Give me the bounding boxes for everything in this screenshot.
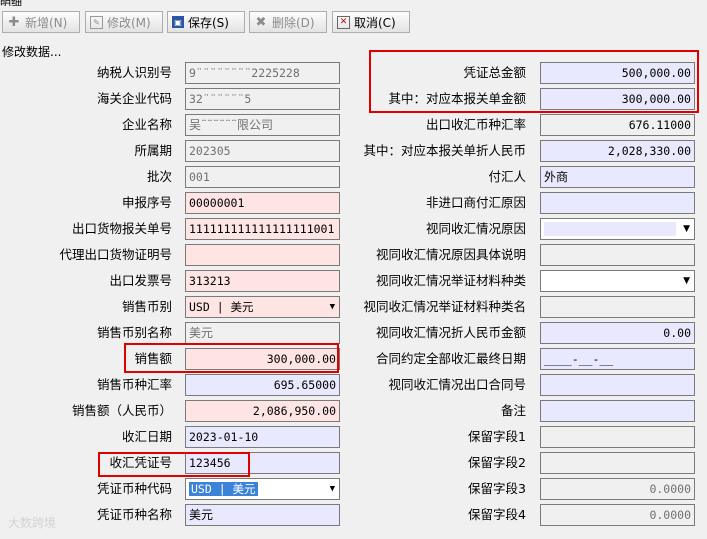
save-button[interactable]: ▣ 保存(S)	[167, 11, 245, 33]
label-voucher-currency-code: 凭证币种代码	[96, 481, 172, 496]
add-button[interactable]: ✚ 新增(N)	[2, 11, 80, 33]
export-declaration-no-field[interactable]: 111111111111111111001	[185, 218, 340, 240]
deemed-contract-no-field[interactable]	[540, 374, 695, 396]
contract-final-date-field[interactable]: ____-__-__	[540, 348, 695, 370]
label-receipt-rate: 出口收汇币种汇率	[425, 117, 526, 132]
receipt-rate-field[interactable]: 676.11000	[540, 114, 695, 136]
chevron-down-icon[interactable]: ▼	[330, 479, 335, 499]
reserved-1-field[interactable]	[540, 426, 695, 448]
label-reserved-4: 保留字段4	[468, 507, 526, 522]
label-deemed-reason-detail: 视同收汇情况原因具体说明	[375, 247, 526, 262]
label-sales-rate: 销售币种汇率	[96, 377, 172, 392]
edit-icon: ✎	[90, 15, 103, 29]
reserved-3-field[interactable]: 0.0000	[540, 478, 695, 500]
label-declaration-rmb: 其中：对应本报关单折人民币	[363, 143, 526, 158]
plus-icon: ✚	[8, 14, 20, 30]
receipt-voucher-no-field[interactable]: 123456	[185, 452, 340, 474]
deemed-rmb-field[interactable]: 0.00	[540, 322, 695, 344]
agent-cert-no-field[interactable]	[185, 244, 340, 266]
sales-amount-field[interactable]: 300,000.00	[185, 348, 340, 370]
evidence-type-select[interactable]: ▼	[540, 270, 695, 292]
remark-field[interactable]	[540, 400, 695, 422]
invoice-no-field[interactable]: 313213	[185, 270, 340, 292]
label-sales-currency: 销售币别	[121, 299, 172, 314]
label-batch: 批次	[146, 169, 172, 184]
reserved-2-field[interactable]	[540, 452, 695, 474]
window-title: 明细	[0, 0, 707, 6]
label-non-importer-reason: 非进口商付汇原因	[425, 195, 526, 210]
toolbar: ✚ 新增(N) ✎ 修改(M) ▣ 保存(S) ✖ 删除(D) ✕ 取消(C)	[0, 9, 707, 37]
chevron-down-icon[interactable]: ▼	[330, 297, 335, 317]
delete-button[interactable]: ✖ 删除(D)	[249, 11, 327, 33]
save-icon: ▣	[172, 16, 184, 28]
label-voucher-currency-name: 凭证币种名称	[96, 507, 172, 522]
label-reserved-1: 保留字段1	[468, 429, 526, 444]
cancel-button[interactable]: ✕ 取消(C)	[332, 11, 410, 33]
label-agent-cert-no: 代理出口货物证明号	[59, 247, 172, 262]
status-text: 修改数据...	[2, 45, 62, 59]
label-voucher-total: 凭证总金额	[463, 65, 526, 80]
label-deemed-contract-no: 视同收汇情况出口合同号	[388, 377, 526, 392]
label-contract-final-date: 合同约定全部收汇最终日期	[375, 351, 526, 366]
label-receipt-voucher-no: 收汇凭证号	[109, 455, 172, 470]
label-sales-amount-rmb: 销售额（人民币）	[71, 403, 172, 418]
voucher-currency-select[interactable]: USD | 美元 ▼	[185, 478, 340, 500]
chevron-down-icon[interactable]: ▼	[683, 271, 690, 291]
declaration-seq-field[interactable]: 00000001	[185, 192, 340, 214]
sales-rate-field[interactable]: 695.65000	[185, 374, 340, 396]
select-inner	[544, 222, 676, 236]
voucher-total-field[interactable]: 500,000.00	[540, 62, 695, 84]
voucher-currency-name-field[interactable]: 美元	[185, 504, 340, 526]
label-evidence-type-name: 视同收汇情况举证材料种类名	[363, 299, 526, 314]
non-importer-reason-field[interactable]	[540, 192, 695, 214]
sales-currency-select[interactable]: USD | 美元 ▼	[185, 296, 340, 318]
label-export-declaration-no: 出口货物报关单号	[71, 221, 172, 236]
period-field[interactable]: 202305	[185, 140, 340, 162]
label-reserved-2: 保留字段2	[468, 455, 526, 470]
declaration-amount-field[interactable]: 300,000.00	[540, 88, 695, 110]
label-receipt-date: 收汇日期	[121, 429, 172, 444]
label-deemed-rmb: 视同收汇情况折人民币金额	[375, 325, 526, 340]
deemed-reason-detail-field[interactable]	[540, 244, 695, 266]
label-taxpayer-id: 纳税人识别号	[96, 65, 172, 80]
label-deemed-reason: 视同收汇情况原因	[425, 221, 526, 236]
label-remark: 备注	[500, 403, 526, 418]
label-sales-amount: 销售额	[134, 351, 172, 366]
label-period: 所属期	[134, 143, 172, 158]
receipt-date-field[interactable]: 2023-01-10	[185, 426, 340, 448]
label-payer: 付汇人	[488, 169, 526, 184]
taxpayer-id-field[interactable]: 9¨¨¨¨¨¨¨¨2225228	[185, 62, 340, 84]
delete-icon: ✖	[255, 14, 267, 30]
evidence-type-name-field[interactable]	[540, 296, 695, 318]
label-invoice-no: 出口发票号	[109, 273, 172, 288]
sales-currency-name-field[interactable]: 美元	[185, 322, 340, 344]
watermark: 大数跨境	[8, 516, 57, 530]
chevron-down-icon[interactable]: ▼	[683, 219, 690, 239]
label-customs-code: 海关企业代码	[96, 91, 172, 106]
declaration-rmb-field[interactable]: 2,028,330.00	[540, 140, 695, 162]
edit-button[interactable]: ✎ 修改(M)	[85, 11, 163, 33]
label-sales-currency-name: 销售币别名称	[96, 325, 172, 340]
label-reserved-3: 保留字段3	[468, 481, 526, 496]
batch-field[interactable]: 001	[185, 166, 340, 188]
label-declaration-amount: 其中：对应本报关单金额	[388, 91, 526, 106]
reserved-4-field[interactable]: 0.0000	[540, 504, 695, 526]
payer-field[interactable]: 外商	[540, 166, 695, 188]
sales-amount-rmb-field[interactable]: 2,086,950.00	[185, 400, 340, 422]
cancel-icon: ✕	[337, 15, 350, 29]
label-declaration-seq: 申报序号	[121, 195, 172, 210]
company-name-field[interactable]: 吴¨¨¨¨¨¨限公司	[185, 114, 340, 136]
deemed-reason-select[interactable]: ▼	[540, 218, 695, 240]
customs-code-field[interactable]: 32¨¨¨¨¨¨5	[185, 88, 340, 110]
label-evidence-type: 视同收汇情况举证材料种类	[375, 273, 526, 288]
label-company-name: 企业名称	[121, 117, 172, 132]
